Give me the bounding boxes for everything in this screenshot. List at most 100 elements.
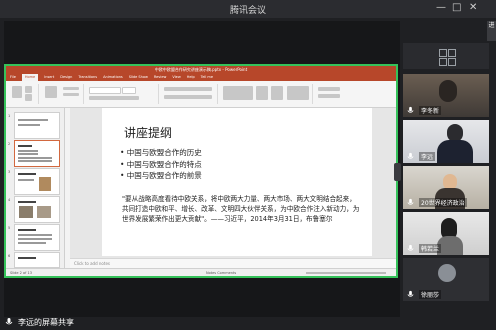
ppt-ribbon	[6, 81, 396, 108]
avatar	[438, 264, 456, 282]
ppt-status-bar: Slide 2 of 13 Notes Comments	[6, 268, 396, 276]
thumb-text-line	[18, 119, 48, 121]
participant-name: 李冬新	[419, 106, 442, 115]
slide-bullet: • 中国与欧盟合作的历史	[120, 148, 202, 157]
shapes-gallery[interactable]	[223, 86, 253, 100]
window-title: 腾讯会议	[229, 6, 266, 16]
slide-editing-canvas: 讲座提纲 • 中国与欧盟合作的历史 • 中国与欧盟合作的特点 • 中国与欧盟合作…	[70, 108, 396, 258]
slide-title: 讲座提纲	[124, 126, 173, 140]
font-name-box[interactable]	[89, 87, 121, 94]
slide-thumb-number: 5	[8, 226, 11, 230]
replace-icon[interactable]	[318, 94, 340, 98]
participant-name: 20世界经济政治	[419, 198, 467, 207]
cut-icon[interactable]	[25, 86, 32, 93]
ribbon-group-clipboard	[8, 84, 39, 104]
thumb-text-line	[18, 157, 52, 159]
list-icons[interactable]	[164, 87, 212, 91]
ribbon-group-font	[86, 84, 159, 104]
window-title-bar: 腾讯会议 — □ ✕	[0, 0, 496, 18]
shared-powerpoint-window: 中欧中欧盟合作研究讲座演示稿.pptx - PowerPoint File Ho…	[6, 66, 396, 276]
thumb-text-line	[18, 160, 52, 162]
status-notes-comments[interactable]: Notes Comments	[206, 271, 236, 275]
slide-quote: "要从战略高度看待中欧关系，将中欧两大力量、两大市场、两大文明结合起来，共同打造…	[122, 195, 360, 223]
participant-name: 李远	[419, 152, 436, 161]
shape-format-icons[interactable]	[287, 86, 309, 100]
thumb-image	[37, 206, 51, 218]
minimize-button[interactable]: —	[436, 2, 446, 13]
slide-thumbnail[interactable]: 4	[8, 196, 60, 223]
ppt-ribbon-tabs: File Home Insert Design Transitions Anim…	[6, 74, 396, 81]
ppt-tab-transitions[interactable]: Transitions	[78, 74, 97, 81]
grid-view-icon	[439, 58, 447, 66]
microphone-icon	[5, 318, 13, 325]
ppt-tab-help[interactable]: Help	[187, 74, 195, 81]
slide-thumb-number: 4	[8, 198, 11, 202]
slide-bullet: • 中国与欧盟合作的前景	[120, 171, 202, 180]
slide-thumbnail[interactable]: 3	[8, 168, 60, 195]
ppt-tab-slideshow[interactable]: Slide Show	[129, 74, 148, 81]
gallery-view-toggle[interactable]	[403, 43, 489, 69]
microphone-icon	[407, 290, 414, 297]
font-style-icons[interactable]	[89, 96, 139, 100]
align-icons[interactable]	[164, 95, 212, 99]
thumb-text-line	[18, 179, 34, 181]
thumb-text-line	[18, 150, 38, 152]
slide-thumbnail[interactable]: 6	[8, 252, 60, 268]
close-button[interactable]: ✕	[469, 2, 477, 13]
thumb-text-line	[18, 173, 36, 175]
participant-sidebar: 李冬新 李远 20世界经济政治 韩若兰 徐丽莎	[403, 21, 496, 330]
participant-silhouette	[439, 80, 457, 102]
arrange-icon[interactable]	[256, 86, 268, 100]
current-slide[interactable]: 讲座提纲 • 中国与欧盟合作的历史 • 中国与欧盟合作的特点 • 中国与欧盟合作…	[102, 108, 372, 256]
slide-thumbnail[interactable]: 5	[8, 224, 60, 251]
zoom-slider[interactable]	[306, 272, 386, 274]
participant-video-tile[interactable]: 韩若兰	[403, 212, 489, 255]
participant-video-tile[interactable]: 李冬新	[403, 74, 489, 117]
microphone-icon	[407, 198, 414, 205]
find-icon[interactable]	[318, 87, 340, 91]
ppt-tab-design[interactable]: Design	[60, 74, 72, 81]
slide-thumbnail[interactable]: 1	[8, 112, 60, 139]
ppt-tab-insert[interactable]: Insert	[44, 74, 54, 81]
collapse-sidebar-handle[interactable]	[394, 163, 401, 181]
participant-body	[437, 140, 473, 163]
slide-thumb-number: 6	[8, 254, 11, 258]
ppt-tab-review[interactable]: Review	[154, 74, 167, 81]
sidebar-edge-toggle[interactable]: 进	[487, 21, 496, 41]
ppt-tab-file[interactable]: File	[10, 74, 16, 81]
participant-name: 徐丽莎	[419, 290, 442, 299]
thumb-text-line	[18, 153, 38, 155]
slide-thumb-number: 1	[8, 114, 11, 118]
paste-icon[interactable]	[12, 86, 22, 98]
ribbon-group-editing	[315, 84, 345, 104]
ribbon-group-drawing	[220, 84, 313, 104]
microphone-icon	[407, 152, 414, 159]
slide-thumbnail-selected[interactable]: 2	[8, 140, 60, 167]
notes-placeholder: Click to add notes	[74, 261, 110, 266]
microphone-icon	[407, 244, 414, 251]
maximize-button[interactable]: □	[452, 2, 461, 13]
ppt-tab-animations[interactable]: Animations	[103, 74, 123, 81]
thumb-text-line	[18, 238, 52, 240]
ppt-tab-home[interactable]: Home	[21, 74, 39, 81]
participant-name: 韩若兰	[419, 244, 442, 253]
microphone-icon	[407, 106, 414, 113]
reset-icon[interactable]	[63, 93, 79, 96]
layout-icon[interactable]	[63, 87, 79, 90]
new-slide-icon[interactable]	[45, 86, 57, 98]
thumb-text-line	[18, 145, 32, 147]
participant-video-tile[interactable]: 徐丽莎	[403, 258, 489, 301]
grid-view-icon	[448, 49, 456, 57]
screen-share-indicator: 李远的屏幕共享	[0, 314, 90, 330]
participant-video-tile[interactable]: 20世界经济政治	[403, 166, 489, 209]
ppt-tab-view[interactable]: View	[172, 74, 180, 81]
font-size-box[interactable]	[122, 87, 136, 94]
thumb-text-line	[18, 234, 52, 236]
copy-icon[interactable]	[25, 94, 32, 101]
participant-video-tile[interactable]: 李远	[403, 120, 489, 163]
slide-thumbnail-pane: 1 2 3 4 5 6	[6, 108, 65, 268]
quick-styles-icon[interactable]	[271, 86, 283, 100]
ppt-tab-tellme[interactable]: Tell me	[201, 74, 213, 81]
notes-pane[interactable]: Click to add notes	[70, 258, 396, 268]
thumb-image	[19, 206, 33, 218]
